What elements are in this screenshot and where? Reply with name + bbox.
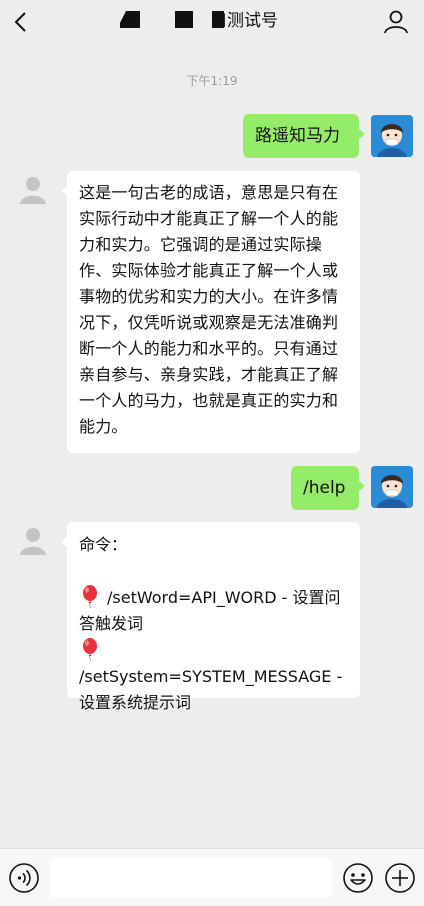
command-header: 命令： — [79, 535, 128, 554]
my-avatar[interactable] — [371, 115, 413, 157]
command-text: /setSystem=SYSTEM_MESSAGE - 设置系统提示词 — [79, 667, 343, 712]
bot-message-bubble[interactable]: 这是一句古老的成语，意思是只有在实际行动中才能真正了解一个人的能力和实力。它强调… — [61, 171, 360, 453]
person-icon[interactable] — [382, 8, 410, 36]
bot-avatar[interactable] — [13, 171, 53, 211]
chat-header: 口测试号 — [0, 0, 424, 44]
chat-title: 口测试号 — [210, 11, 278, 31]
message-text: 路遥知马力 — [255, 126, 340, 146]
message-input[interactable] — [50, 858, 332, 898]
bot-message-bubble[interactable]: 命令： /setWord=API_WORD - 设置问答触发词 /setSyst… — [61, 522, 360, 712]
chevron-left-icon[interactable] — [8, 8, 36, 36]
balloon-icon — [83, 585, 97, 608]
balloon-icon — [83, 638, 97, 661]
my-message-bubble[interactable]: /help — [291, 466, 365, 510]
user-avatar-icon — [371, 466, 413, 508]
message-text: 这是一句古老的成语，意思是只有在实际行动中才能真正了解一个人的能力和实力。它强调… — [79, 183, 339, 436]
emoji-icon[interactable] — [342, 862, 374, 894]
my-message-bubble[interactable]: 路遥知马力 — [243, 114, 365, 158]
redaction-mark — [120, 11, 140, 28]
input-bar — [0, 848, 424, 906]
voice-icon[interactable] — [8, 862, 40, 894]
command-text: /setWord=API_WORD - 设置问答触发词 — [79, 588, 341, 633]
my-avatar[interactable] — [371, 466, 413, 508]
plus-icon[interactable] — [384, 862, 416, 894]
message-text: /help — [303, 478, 346, 498]
command-item: /setSystem=SYSTEM_MESSAGE - 设置系统提示词 — [79, 637, 348, 716]
user-avatar-icon — [371, 115, 413, 157]
redaction-mark — [175, 11, 193, 28]
default-avatar-icon — [20, 177, 46, 204]
message-timestamp: 下午1:19 — [186, 74, 238, 88]
default-avatar-icon — [20, 528, 46, 555]
command-item: /setWord=API_WORD - 设置问答触发词 — [79, 584, 348, 637]
bot-avatar[interactable] — [13, 522, 53, 562]
